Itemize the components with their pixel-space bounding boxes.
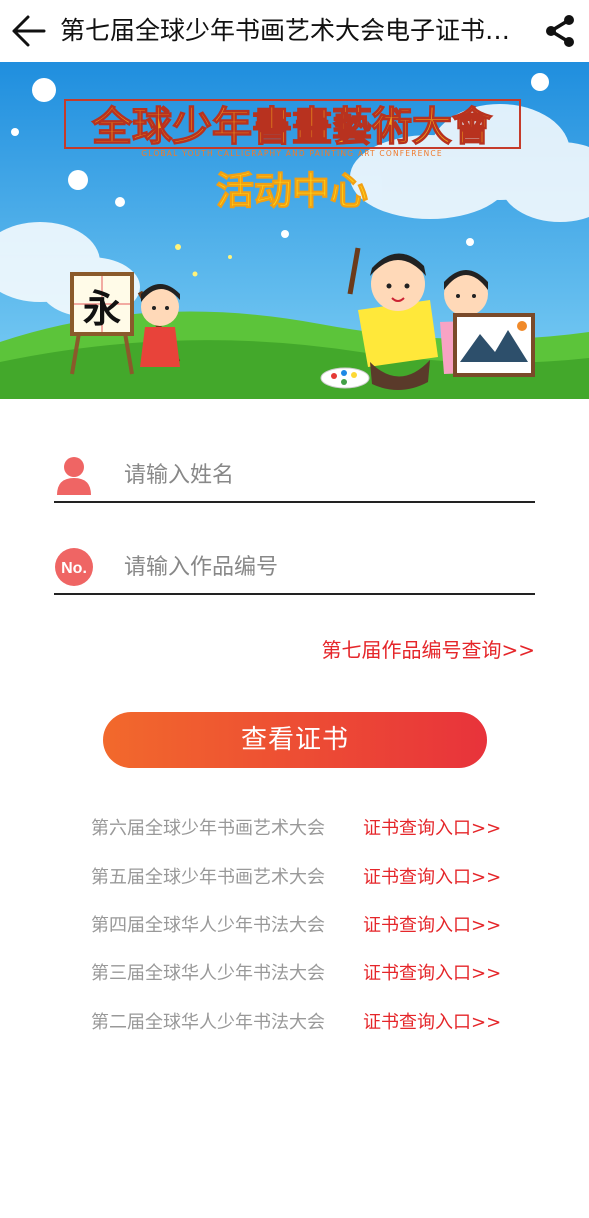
event-banner: 全球少年書畫藝術大會 GLOBAL YOUTH CALLIGRAPHY AND … [0,62,589,399]
work-number-field: No. [54,547,535,595]
name-input[interactable] [124,455,524,495]
easel-char: 永 [83,286,121,331]
history-row: 第三届全球华人少年书法大会 证书查询入口>> [91,959,511,989]
share-icon[interactable] [543,14,577,48]
work-number-input[interactable] [124,547,524,587]
banner-slogan: 活动中心 [216,169,368,213]
banner-heading: 全球少年書畫藝術大會 [91,103,493,150]
history-event-name: 第五届全球少年书画艺术大会 [91,867,325,888]
history-row: 第四届全球华人少年书法大会 证书查询入口>> [91,911,511,941]
history-certificate-link[interactable]: 证书查询入口>> [363,863,501,893]
history-row: 第二届全球华人少年书法大会 证书查询入口>> [91,1008,511,1038]
number-badge-icon: No. [54,547,94,587]
person-icon [54,455,94,495]
history-event-name: 第四届全球华人少年书法大会 [91,915,325,936]
history-certificate-link[interactable]: 证书查询入口>> [363,1008,501,1038]
history-certificate-link[interactable]: 证书查询入口>> [363,911,501,941]
history-certificate-link[interactable]: 证书查询入口>> [363,814,501,844]
paint-palette-illustration [320,367,370,389]
back-arrow-icon[interactable] [10,14,46,48]
history-event-name: 第六届全球少年书画艺术大会 [91,818,325,839]
page-title: 第七届全球少年书画艺术大会电子证书查询 [60,16,532,45]
banner-subtitle-en: GLOBAL YOUTH CALLIGRAPHY AND PAINTING AR… [141,149,443,158]
number-badge-label: No. [61,560,87,577]
history-row: 第五届全球少年书画艺术大会 证书查询入口>> [91,863,511,893]
history-event-name: 第三届全球华人少年书法大会 [91,963,325,984]
name-field [54,455,535,503]
history-row: 第六届全球少年书画艺术大会 证书查询入口>> [91,814,511,844]
view-certificate-button[interactable]: 查看证书 [103,712,487,768]
top-nav-bar: 第七届全球少年书画艺术大会电子证书查询 [0,0,589,62]
history-event-name: 第二届全球华人少年书法大会 [91,1012,325,1033]
seventh-number-lookup-link[interactable]: 第七届作品编号查询>> [321,634,535,663]
history-certificate-link[interactable]: 证书查询入口>> [363,959,501,989]
